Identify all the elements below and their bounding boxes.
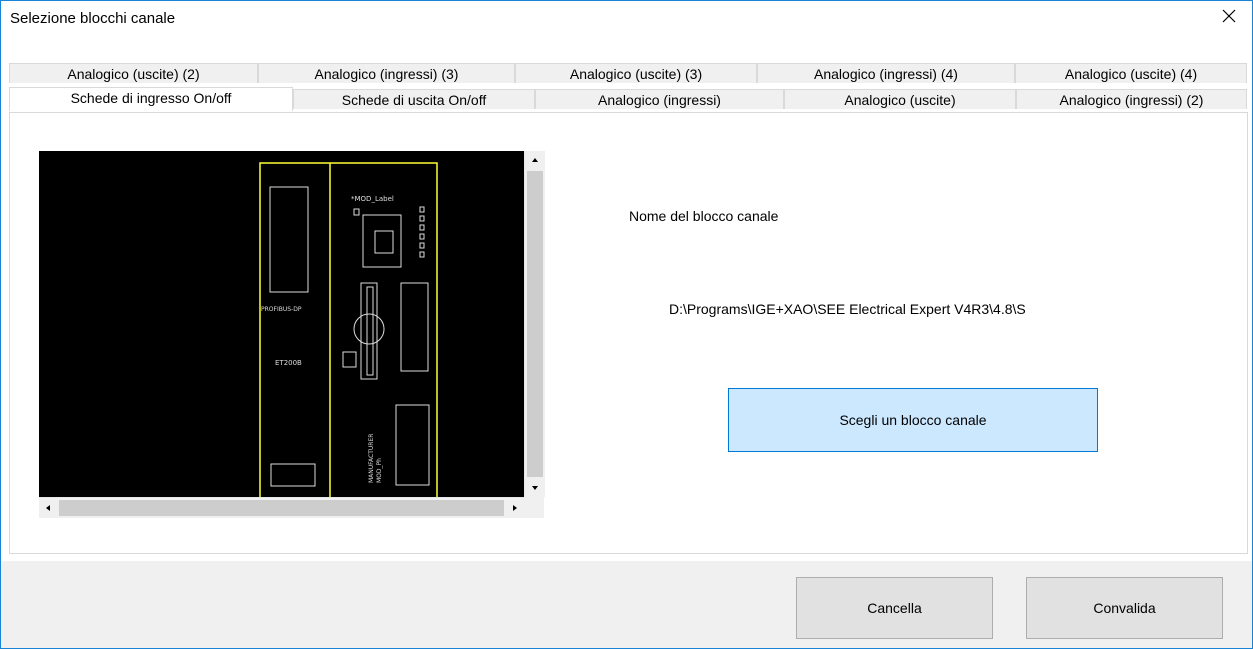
close-button[interactable] — [1206, 1, 1252, 31]
preview-horizontal-scrollbar[interactable] — [39, 497, 524, 518]
arrow-up-icon — [532, 158, 538, 162]
scroll-right-button[interactable] — [506, 498, 524, 518]
tab-analog-inputs-4[interactable]: Analogico (ingressi) (4) — [757, 63, 1015, 83]
tab-analog-inputs-3[interactable]: Analogico (ingressi) (3) — [258, 63, 515, 83]
validate-button[interactable]: Convalida — [1026, 577, 1223, 639]
preview-profibus-label: PROFIBUS-DP — [261, 306, 302, 313]
tab-on-off-input-boards[interactable]: Schede di ingresso On/off — [9, 87, 293, 111]
tab-analog-inputs-2[interactable]: Analogico (ingressi) (2) — [1016, 89, 1247, 109]
preview-et200-label: ET200B — [275, 359, 302, 367]
arrow-right-icon — [513, 505, 517, 511]
scroll-left-button[interactable] — [39, 498, 57, 518]
preview-vertical-scrollbar[interactable] — [524, 151, 545, 497]
block-name-label: Nome del blocco canale — [629, 208, 779, 224]
dialog-window: Selezione blocchi canale Analogico (usci… — [0, 0, 1253, 649]
title-bar: Selezione blocchi canale — [1, 1, 1252, 31]
arrow-left-icon — [46, 505, 50, 511]
block-path-value: D:\Programs\IGE+XAO\SEE Electrical Exper… — [669, 301, 1026, 317]
preview-mod-label: *MOD_Label — [351, 195, 394, 203]
tab-analog-outputs[interactable]: Analogico (uscite) — [784, 89, 1016, 109]
block-drawing: *MOD_Label PROFIBUS-DP ET200B MANUFACTUR… — [259, 162, 438, 497]
scroll-down-button[interactable] — [525, 479, 545, 497]
tab-on-off-output-boards[interactable]: Schede di uscita On/off — [293, 89, 535, 109]
vertical-scroll-thumb[interactable] — [527, 171, 543, 477]
arrow-down-icon — [532, 486, 538, 490]
horizontal-scroll-thumb[interactable] — [59, 500, 504, 516]
preview-mod-ph-label: MOD_Ph — [376, 458, 383, 483]
preview-manufacturer-label: MANUFACTURER — [368, 434, 375, 483]
scroll-corner — [524, 497, 544, 518]
window-title: Selezione blocchi canale — [10, 10, 176, 27]
close-icon — [1222, 9, 1236, 23]
tab-analog-inputs[interactable]: Analogico (ingressi) — [535, 89, 784, 109]
cancel-button[interactable]: Cancella — [796, 577, 993, 639]
scroll-up-button[interactable] — [525, 151, 545, 169]
choose-block-button[interactable]: Scegli un blocco canale — [728, 388, 1098, 452]
tab-analog-outputs-4[interactable]: Analogico (uscite) (4) — [1015, 63, 1247, 83]
tab-analog-outputs-2[interactable]: Analogico (uscite) (2) — [9, 63, 258, 83]
tab-analog-outputs-3[interactable]: Analogico (uscite) (3) — [515, 63, 757, 83]
block-preview[interactable]: *MOD_Label PROFIBUS-DP ET200B MANUFACTUR… — [39, 151, 524, 497]
